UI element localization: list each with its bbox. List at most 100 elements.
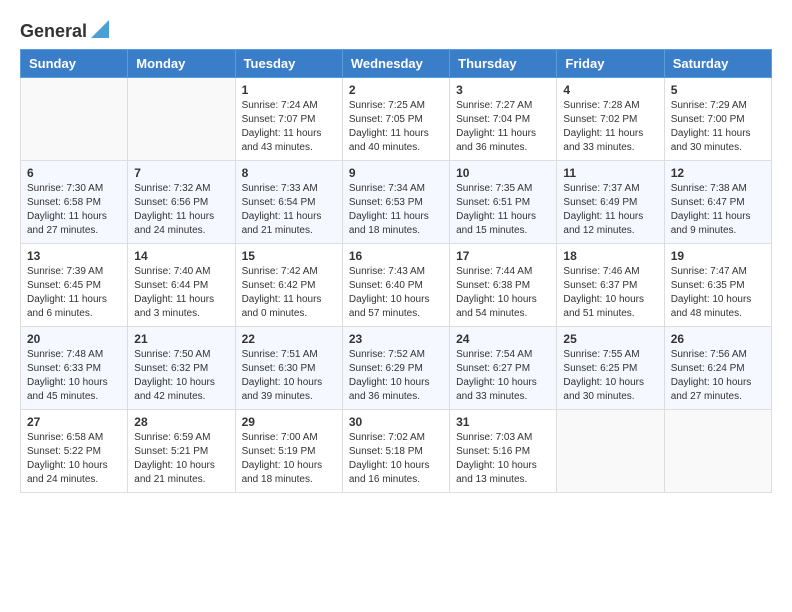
calendar-cell: 1 Sunrise: 7:24 AMSunset: 7:07 PMDaylight… [235, 78, 342, 161]
day-info: Sunrise: 7:02 AMSunset: 5:18 PMDaylight:… [349, 431, 443, 487]
day-info: Sunrise: 6:58 AMSunset: 5:22 PMDaylight:… [27, 431, 121, 487]
calendar-cell: 30 Sunrise: 7:02 AMSunset: 5:18 PMDayligh… [342, 410, 449, 493]
calendar-cell: 29 Sunrise: 7:00 AMSunset: 5:19 PMDayligh… [235, 410, 342, 493]
calendar-week-row: 27 Sunrise: 6:58 AMSunset: 5:22 PMDayligh… [21, 410, 772, 493]
calendar-cell: 20 Sunrise: 7:48 AMSunset: 6:33 PMDayligh… [21, 327, 128, 410]
day-number: 1 [242, 83, 336, 97]
calendar-header-row: SundayMondayTuesdayWednesdayThursdayFrid… [21, 50, 772, 78]
day-number: 16 [349, 249, 443, 263]
day-info: Sunrise: 7:52 AMSunset: 6:29 PMDaylight:… [349, 348, 443, 404]
day-info: Sunrise: 7:51 AMSunset: 6:30 PMDaylight:… [242, 348, 336, 404]
day-info: Sunrise: 7:30 AMSunset: 6:58 PMDaylight:… [27, 182, 121, 238]
weekday-header-saturday: Saturday [664, 50, 771, 78]
calendar-cell: 12Sunrise: 7:38 AMSunset: 6:47 PMDayligh… [664, 161, 771, 244]
day-info: Sunrise: 7:46 AMSunset: 6:37 PMDaylight:… [563, 265, 657, 321]
calendar-cell: 24Sunrise: 7:54 AMSunset: 6:27 PMDayligh… [450, 327, 557, 410]
day-info: Sunrise: 7:48 AMSunset: 6:33 PMDaylight:… [27, 348, 121, 404]
day-number: 3 [456, 83, 550, 97]
calendar-cell [128, 78, 235, 161]
calendar-cell: 19 Sunrise: 7:47 AMSunset: 6:35 PMDayligh… [664, 244, 771, 327]
calendar-week-row: 6 Sunrise: 7:30 AMSunset: 6:58 PMDaylight… [21, 161, 772, 244]
day-number: 20 [27, 332, 121, 346]
calendar-cell: 14 Sunrise: 7:40 AMSunset: 6:44 PMDayligh… [128, 244, 235, 327]
weekday-header-tuesday: Tuesday [235, 50, 342, 78]
calendar-cell: 7 Sunrise: 7:32 AMSunset: 6:56 PMDaylight… [128, 161, 235, 244]
day-info: Sunrise: 7:34 AMSunset: 6:53 PMDaylight:… [349, 182, 443, 238]
calendar-cell: 6 Sunrise: 7:30 AMSunset: 6:58 PMDaylight… [21, 161, 128, 244]
calendar-cell: 2Sunrise: 7:25 AMSunset: 7:05 PMDaylight… [342, 78, 449, 161]
calendar-cell: 10Sunrise: 7:35 AMSunset: 6:51 PMDayligh… [450, 161, 557, 244]
calendar-cell: 21 Sunrise: 7:50 AMSunset: 6:32 PMDayligh… [128, 327, 235, 410]
calendar-cell: 27 Sunrise: 6:58 AMSunset: 5:22 PMDayligh… [21, 410, 128, 493]
day-info: Sunrise: 7:42 AMSunset: 6:42 PMDaylight:… [242, 265, 336, 321]
day-number: 23 [349, 332, 443, 346]
day-info: Sunrise: 6:59 AMSunset: 5:21 PMDaylight:… [134, 431, 228, 487]
day-number: 9 [349, 166, 443, 180]
weekday-header-thursday: Thursday [450, 50, 557, 78]
calendar-cell: 3 Sunrise: 7:27 AMSunset: 7:04 PMDaylight… [450, 78, 557, 161]
day-number: 30 [349, 415, 443, 429]
logo-general-text: General [20, 21, 87, 42]
day-info: Sunrise: 7:44 AMSunset: 6:38 PMDaylight:… [456, 265, 550, 321]
calendar-week-row: 13 Sunrise: 7:39 AMSunset: 6:45 PMDayligh… [21, 244, 772, 327]
calendar-week-row: 20 Sunrise: 7:48 AMSunset: 6:33 PMDayligh… [21, 327, 772, 410]
day-number: 8 [242, 166, 336, 180]
calendar-cell: 18 Sunrise: 7:46 AMSunset: 6:37 PMDayligh… [557, 244, 664, 327]
day-info: Sunrise: 7:47 AMSunset: 6:35 PMDaylight:… [671, 265, 765, 321]
day-info: Sunrise: 7:00 AMSunset: 5:19 PMDaylight:… [242, 431, 336, 487]
day-info: Sunrise: 7:24 AMSunset: 7:07 PMDaylight:… [242, 99, 336, 155]
logo-arrow-icon [91, 20, 109, 43]
day-number: 29 [242, 415, 336, 429]
day-number: 13 [27, 249, 121, 263]
weekday-header-friday: Friday [557, 50, 664, 78]
calendar-cell: 4 Sunrise: 7:28 AMSunset: 7:02 PMDaylight… [557, 78, 664, 161]
day-info: Sunrise: 7:28 AMSunset: 7:02 PMDaylight:… [563, 99, 657, 155]
day-number: 11 [563, 166, 657, 180]
day-number: 6 [27, 166, 121, 180]
day-number: 24 [456, 332, 550, 346]
calendar-cell [21, 78, 128, 161]
calendar-cell: 13 Sunrise: 7:39 AMSunset: 6:45 PMDayligh… [21, 244, 128, 327]
day-number: 14 [134, 249, 228, 263]
day-number: 17 [456, 249, 550, 263]
day-info: Sunrise: 7:32 AMSunset: 6:56 PMDaylight:… [134, 182, 228, 238]
day-number: 15 [242, 249, 336, 263]
day-info: Sunrise: 7:40 AMSunset: 6:44 PMDaylight:… [134, 265, 228, 321]
calendar-cell: 26Sunrise: 7:56 AMSunset: 6:24 PMDayligh… [664, 327, 771, 410]
day-info: Sunrise: 7:27 AMSunset: 7:04 PMDaylight:… [456, 99, 550, 155]
day-info: Sunrise: 7:29 AMSunset: 7:00 PMDaylight:… [671, 99, 765, 155]
day-info: Sunrise: 7:55 AMSunset: 6:25 PMDaylight:… [563, 348, 657, 404]
day-number: 10 [456, 166, 550, 180]
day-info: Sunrise: 7:33 AMSunset: 6:54 PMDaylight:… [242, 182, 336, 238]
calendar-cell: 25 Sunrise: 7:55 AMSunset: 6:25 PMDayligh… [557, 327, 664, 410]
day-number: 27 [27, 415, 121, 429]
calendar-table: SundayMondayTuesdayWednesdayThursdayFrid… [20, 49, 772, 493]
calendar-cell: 8 Sunrise: 7:33 AMSunset: 6:54 PMDaylight… [235, 161, 342, 244]
calendar-cell: 15 Sunrise: 7:42 AMSunset: 6:42 PMDayligh… [235, 244, 342, 327]
day-info: Sunrise: 7:50 AMSunset: 6:32 PMDaylight:… [134, 348, 228, 404]
weekday-header-monday: Monday [128, 50, 235, 78]
day-number: 25 [563, 332, 657, 346]
day-number: 26 [671, 332, 765, 346]
weekday-header-wednesday: Wednesday [342, 50, 449, 78]
day-number: 18 [563, 249, 657, 263]
day-number: 31 [456, 415, 550, 429]
calendar-cell: 11Sunrise: 7:37 AMSunset: 6:49 PMDayligh… [557, 161, 664, 244]
day-number: 21 [134, 332, 228, 346]
day-info: Sunrise: 7:03 AMSunset: 5:16 PMDaylight:… [456, 431, 550, 487]
day-number: 5 [671, 83, 765, 97]
day-number: 19 [671, 249, 765, 263]
day-info: Sunrise: 7:39 AMSunset: 6:45 PMDaylight:… [27, 265, 121, 321]
calendar-cell [557, 410, 664, 493]
day-number: 7 [134, 166, 228, 180]
calendar-cell: 17 Sunrise: 7:44 AMSunset: 6:38 PMDayligh… [450, 244, 557, 327]
day-number: 22 [242, 332, 336, 346]
calendar-cell: 23 Sunrise: 7:52 AMSunset: 6:29 PMDayligh… [342, 327, 449, 410]
day-number: 4 [563, 83, 657, 97]
calendar-cell: 16Sunrise: 7:43 AMSunset: 6:40 PMDayligh… [342, 244, 449, 327]
calendar-week-row: 1 Sunrise: 7:24 AMSunset: 7:07 PMDaylight… [21, 78, 772, 161]
calendar-cell: 28Sunrise: 6:59 AMSunset: 5:21 PMDayligh… [128, 410, 235, 493]
day-number: 12 [671, 166, 765, 180]
calendar-cell: 22 Sunrise: 7:51 AMSunset: 6:30 PMDayligh… [235, 327, 342, 410]
day-number: 2 [349, 83, 443, 97]
